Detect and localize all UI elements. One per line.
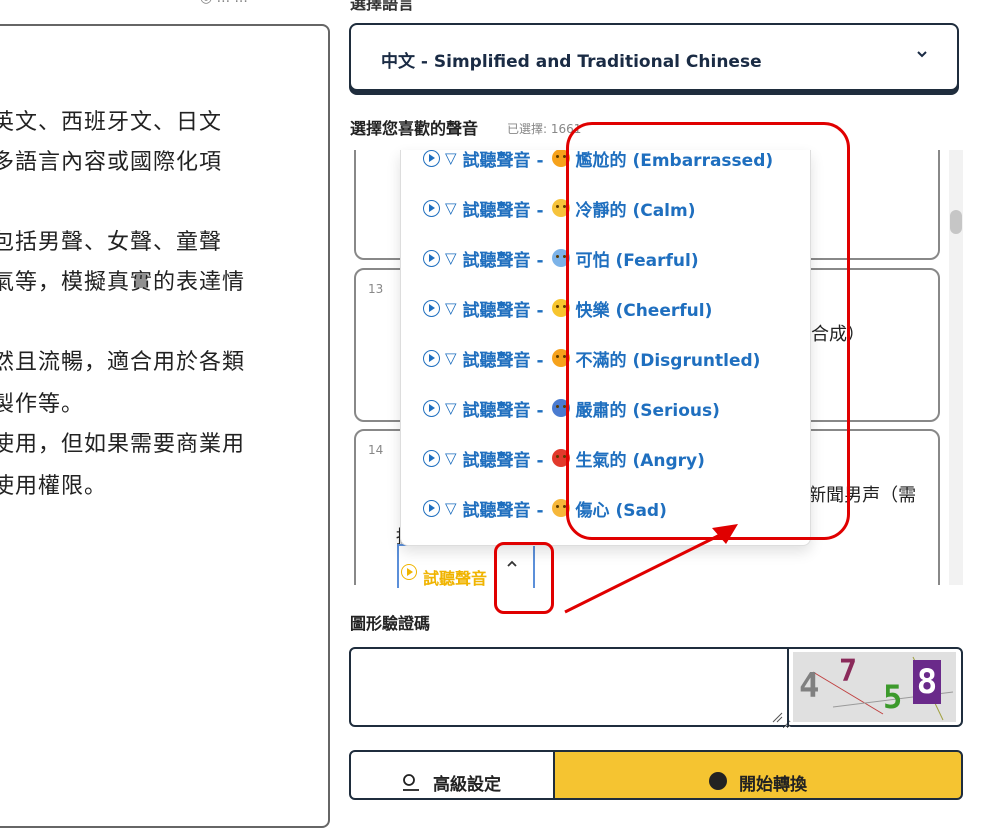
description-panel: 英文、西班牙文、日文 多語言內容或國際化項 包括男聲、女聲、童聲 氣等，模擬真實… bbox=[0, 24, 330, 828]
resize-handle-icon[interactable] bbox=[771, 711, 783, 723]
play-icon bbox=[423, 399, 440, 417]
description-line: 使用權限。 bbox=[0, 474, 108, 499]
captcha-divider bbox=[787, 649, 789, 725]
description-line: 然且流暢，適合用於各類 bbox=[0, 350, 246, 375]
start-convert-label: 開始轉換 bbox=[739, 775, 807, 795]
voice-section-title: 選擇您喜歡的聲音 bbox=[350, 119, 479, 138]
emotion-option-prefix: 試聽聲音 - bbox=[462, 250, 544, 271]
settings-sliders-icon bbox=[403, 774, 419, 791]
diamond-icon: ▽ bbox=[445, 499, 457, 517]
description-line: 包括男聲、女聲、童聲 bbox=[0, 230, 223, 255]
play-icon bbox=[401, 564, 417, 580]
language-label: 選擇語言 bbox=[350, 0, 415, 13]
diamond-icon: ▽ bbox=[445, 199, 457, 217]
top-cut-label: ◎ ... ... bbox=[200, 0, 248, 6]
annotation-arrow-icon bbox=[564, 524, 738, 614]
language-select-value: 中文 - Simplified and Traditional Chinese bbox=[381, 52, 762, 72]
start-convert-button[interactable]: 開始轉換 bbox=[553, 750, 963, 800]
description-line: 製作等。 bbox=[0, 392, 85, 417]
emotion-option-prefix: 試聽聲音 - bbox=[462, 500, 544, 521]
play-icon bbox=[423, 299, 440, 317]
captcha-title: 圖形驗證碼 bbox=[350, 614, 431, 633]
captcha-input[interactable] bbox=[351, 649, 791, 729]
chevron-down-icon bbox=[915, 47, 929, 65]
diamond-icon: ▽ bbox=[445, 399, 457, 417]
voice-card-number: 13 bbox=[368, 282, 384, 296]
scrollbar-thumb[interactable] bbox=[950, 210, 962, 234]
emotion-option-prefix: 試聽聲音 - bbox=[462, 150, 544, 171]
diamond-icon: ▽ bbox=[445, 449, 457, 467]
captcha-char: 8 bbox=[913, 660, 941, 704]
captcha-char: 7 bbox=[839, 654, 858, 689]
captcha-char: 4 bbox=[799, 666, 820, 706]
advanced-settings-button[interactable]: 高級設定 bbox=[349, 750, 555, 800]
play-icon bbox=[709, 772, 727, 790]
emotion-option-prefix: 試聽聲音 - bbox=[462, 300, 544, 321]
captcha-image[interactable]: 4 7 5 8 bbox=[793, 652, 956, 722]
emotion-option-prefix: 試聽聲音 - bbox=[462, 200, 544, 221]
emotion-option-prefix: 試聽聲音 - bbox=[462, 450, 544, 471]
description-line: 英文、西班牙文、日文 bbox=[0, 110, 223, 135]
diamond-icon: ▽ bbox=[445, 249, 457, 267]
play-icon bbox=[423, 349, 440, 367]
play-icon bbox=[423, 150, 440, 167]
listen-voice-label: 試聽聲音 bbox=[423, 569, 488, 588]
diamond-icon: ▽ bbox=[445, 349, 457, 367]
emotion-option-prefix: 試聽聲音 - bbox=[462, 350, 544, 371]
play-icon bbox=[423, 249, 440, 267]
play-icon bbox=[423, 449, 440, 467]
advanced-settings-label: 高級設定 bbox=[433, 775, 501, 795]
play-icon bbox=[423, 199, 440, 217]
emotion-option-prefix: 試聽聲音 - bbox=[462, 400, 544, 421]
description-line: 使用，但如果需要商業用 bbox=[0, 432, 246, 457]
captcha-char: 5 bbox=[883, 678, 903, 716]
description-line: 氣等，模擬真實的表達情 bbox=[0, 270, 246, 295]
play-icon bbox=[423, 499, 440, 517]
annotation-highlight-box bbox=[494, 542, 554, 614]
annotation-highlight-box bbox=[566, 122, 850, 540]
language-select[interactable]: 中文 - Simplified and Traditional Chinese bbox=[349, 23, 959, 91]
diamond-icon: ▽ bbox=[445, 150, 457, 167]
diamond-icon: ▽ bbox=[445, 299, 457, 317]
description-line: 多語言內容或國際化項 bbox=[0, 150, 223, 175]
voice-card-number: 14 bbox=[368, 443, 384, 457]
